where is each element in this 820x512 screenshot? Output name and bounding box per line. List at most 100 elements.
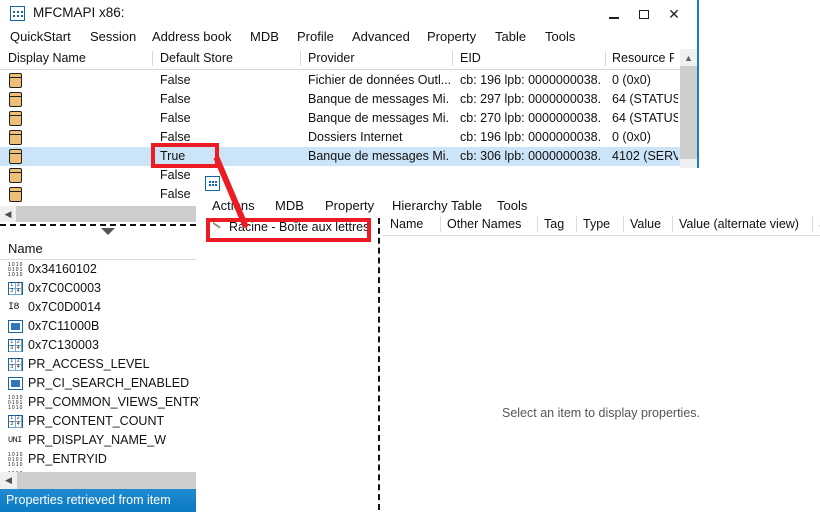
boolean-icon [8, 377, 23, 390]
vertical-splitter[interactable] [378, 218, 380, 510]
table-row-selected[interactable]: True Banque de messages Mi... cb: 306 lp… [0, 147, 680, 166]
column-divider[interactable] [452, 51, 453, 66]
table-row[interactable]: False Dossiers Internet cb: 196 lpb: 000… [0, 128, 680, 147]
menu-mdb[interactable]: MDB [275, 198, 304, 213]
menu-property[interactable]: Property [427, 29, 476, 44]
column-header-name: Name [8, 241, 43, 256]
cell-default-store: False [160, 73, 191, 87]
table-row[interactable]: False [0, 185, 196, 204]
scrollbar-thumb[interactable] [16, 206, 196, 222]
column-header-other-names[interactable]: Other Names [447, 217, 532, 231]
close-button[interactable]: ✕ [659, 6, 689, 22]
column-header-value-alternate[interactable]: Value (alternate view) [679, 217, 809, 231]
chevron-left-icon[interactable]: ◀ [0, 206, 16, 222]
column-header-eid[interactable]: EID [460, 51, 600, 65]
menu-tools[interactable]: Tools [545, 29, 575, 44]
list-item-label: PR_CONTENT_COUNT [28, 414, 165, 428]
hierarchy-tree: Racine - Boîte aux lettres [209, 218, 377, 508]
list-item[interactable]: 1234 0x7C130003 [0, 336, 196, 355]
list-item[interactable]: 0x7C11000B [0, 317, 196, 336]
list-item[interactable]: 1234 PR_CONTENT_COUNT [0, 412, 196, 431]
cell-default-store: False [160, 92, 191, 106]
list-item[interactable]: 101001011010 PR_ENTRYID [0, 450, 196, 469]
status-bar: Properties retrieved from item [0, 489, 196, 512]
title-bar: MFCMAPI x86: ✕ [0, 0, 697, 28]
cell-provider: Banque de messages Mi... [308, 111, 450, 125]
column-header-name[interactable]: Name [390, 217, 434, 231]
column-header-type[interactable]: Type [583, 217, 619, 231]
list-item-label: 0x7C130003 [28, 338, 99, 352]
chevron-up-icon[interactable]: ▲ [680, 49, 697, 66]
column-divider[interactable] [672, 216, 673, 232]
menu-advanced[interactable]: Advanced [352, 29, 410, 44]
sort-descending-icon[interactable] [101, 228, 115, 235]
table-row[interactable]: False [0, 166, 196, 185]
menu-profile[interactable]: Profile [297, 29, 334, 44]
property-table-pane: Name Other Names Tag Type Value Value (a… [382, 214, 820, 512]
maximize-button[interactable] [629, 6, 659, 22]
window-controls: ✕ [599, 6, 689, 22]
cell-eid: cb: 297 lpb: 0000000038... [460, 92, 602, 106]
column-header-default-store[interactable]: Default Store [160, 51, 295, 65]
cell-default-store: False [160, 187, 191, 201]
column-header-value[interactable]: Value [630, 217, 668, 231]
minimize-button[interactable] [599, 6, 629, 22]
property-list-header[interactable]: Name [0, 239, 196, 260]
column-divider[interactable] [576, 216, 577, 232]
store-table-vertical-scrollbar[interactable]: ▲ [680, 49, 697, 168]
store-table: Display Name Default Store Provider EID … [0, 49, 697, 168]
column-divider[interactable] [537, 216, 538, 232]
cell-eid: cb: 270 lpb: 0000000038... [460, 111, 602, 125]
table-row[interactable]: False Banque de messages Mi... cb: 270 l… [0, 109, 680, 128]
menu-tools[interactable]: Tools [497, 198, 527, 213]
cell-eid: cb: 306 lpb: 0000000038... [460, 149, 602, 163]
minimize-icon [609, 16, 619, 19]
menu-quickstart[interactable]: QuickStart [10, 29, 71, 44]
list-item[interactable]: 1234 0x7C0C0003 [0, 279, 196, 298]
list-item-label: 0x34160102 [28, 262, 97, 276]
table-row[interactable]: False Fichier de données Outl... cb: 196… [0, 71, 680, 90]
cell-resource-flags: 64 (STATUS_ [612, 111, 678, 125]
mfcmapi-icon [10, 6, 25, 21]
number-grid-icon: 1234 [8, 282, 23, 295]
boolean-icon [8, 320, 23, 333]
binary-icon: 101001011010 [8, 262, 23, 278]
cell-resource-flags: 4102 (SERVI [612, 149, 678, 163]
list-item[interactable]: PR_CI_SEARCH_ENABLED [0, 374, 196, 393]
column-header-provider[interactable]: Provider [308, 51, 448, 65]
folder-icon [9, 130, 22, 145]
list-item-label: PR_CI_SEARCH_ENABLED [28, 376, 190, 390]
column-header-display-name[interactable]: Display Name [8, 51, 148, 65]
menu-hierarchy-table[interactable]: Hierarchy Table [392, 198, 482, 213]
property-list-horizontal-scrollbar[interactable]: ◀ [0, 472, 196, 489]
number-grid-icon: 1234 [8, 415, 23, 428]
binary-icon: 101001011010 [8, 452, 23, 468]
menu-session[interactable]: Session [90, 29, 136, 44]
scrollbar-thumb[interactable] [17, 472, 196, 489]
column-divider[interactable] [623, 216, 624, 232]
column-header-resource-flags[interactable]: Resource Fla [612, 51, 674, 65]
list-item[interactable]: 1234 PR_ACCESS_LEVEL [0, 355, 196, 374]
list-item[interactable]: UNI PR_DISPLAY_NAME_W [0, 431, 196, 450]
menu-address-book[interactable]: Address book [152, 29, 232, 44]
menu-property[interactable]: Property [325, 198, 374, 213]
column-divider[interactable] [152, 51, 153, 66]
list-item[interactable]: 101001011010 0x34160102 [0, 260, 196, 279]
chevron-left-icon[interactable]: ◀ [0, 472, 17, 489]
store-table-horizontal-scrollbar[interactable]: ◀ [0, 206, 196, 222]
column-divider[interactable] [300, 51, 301, 66]
list-item[interactable]: I8 0x7C0D0014 [0, 298, 196, 317]
column-divider[interactable] [812, 216, 813, 232]
main-menu-bar: QuickStart Session Address book MDB Prof… [0, 27, 697, 49]
column-header-tag[interactable]: Tag [544, 217, 572, 231]
scrollbar-thumb[interactable] [680, 66, 697, 159]
cell-default-store: False [160, 168, 191, 182]
table-row[interactable]: False Banque de messages Mi... cb: 297 l… [0, 90, 680, 109]
menu-table[interactable]: Table [495, 29, 526, 44]
unicode-icon: UNI [8, 435, 22, 445]
column-divider[interactable] [440, 216, 441, 232]
menu-mdb[interactable]: MDB [250, 29, 279, 44]
cell-provider: Dossiers Internet [308, 130, 403, 144]
list-item[interactable]: 101001011010 PR_COMMON_VIEWS_ENTRYID [0, 393, 219, 412]
column-divider[interactable] [605, 51, 606, 66]
